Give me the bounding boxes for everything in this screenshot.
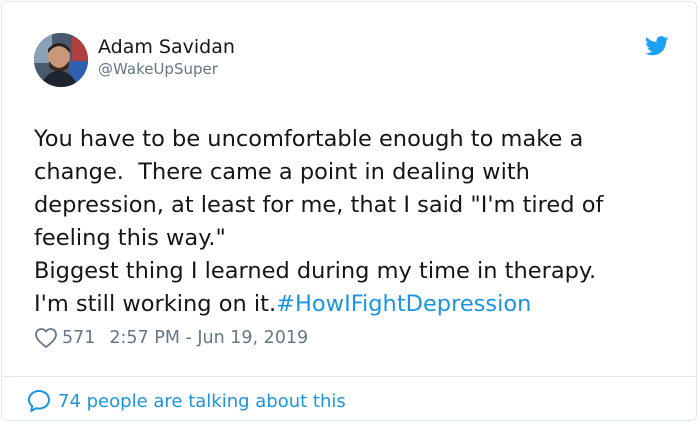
author-handle[interactable]: @WakeUpSuper xyxy=(98,60,218,78)
hashtag-link[interactable]: #HowIFightDepression xyxy=(276,291,531,317)
avatar[interactable] xyxy=(34,33,88,87)
timestamp-link[interactable]: 2:57 PM - Jun 19, 2019 xyxy=(109,328,308,348)
conversation-link[interactable]: 74 people are talking about this xyxy=(26,386,346,416)
speech-bubble-icon xyxy=(28,390,50,412)
tweet-card[interactable]: Adam Savidan @WakeUpSuper You have to be… xyxy=(1,1,697,421)
heart-icon xyxy=(35,328,57,348)
twitter-bird-icon[interactable] xyxy=(645,36,669,56)
like-count: 571 xyxy=(62,328,96,348)
tweet-meta: 571 2:57 PM - Jun 19, 2019 xyxy=(34,323,308,353)
tweet-text: You have to be uncomfortable enough to m… xyxy=(34,123,674,321)
author-name[interactable]: Adam Savidan xyxy=(98,36,235,58)
like-button[interactable]: 571 xyxy=(34,326,109,350)
tweet-body: You have to be uncomfortable enough to m… xyxy=(34,126,604,317)
talking-count-label: 74 people are talking about this xyxy=(58,390,346,412)
divider xyxy=(3,376,697,377)
